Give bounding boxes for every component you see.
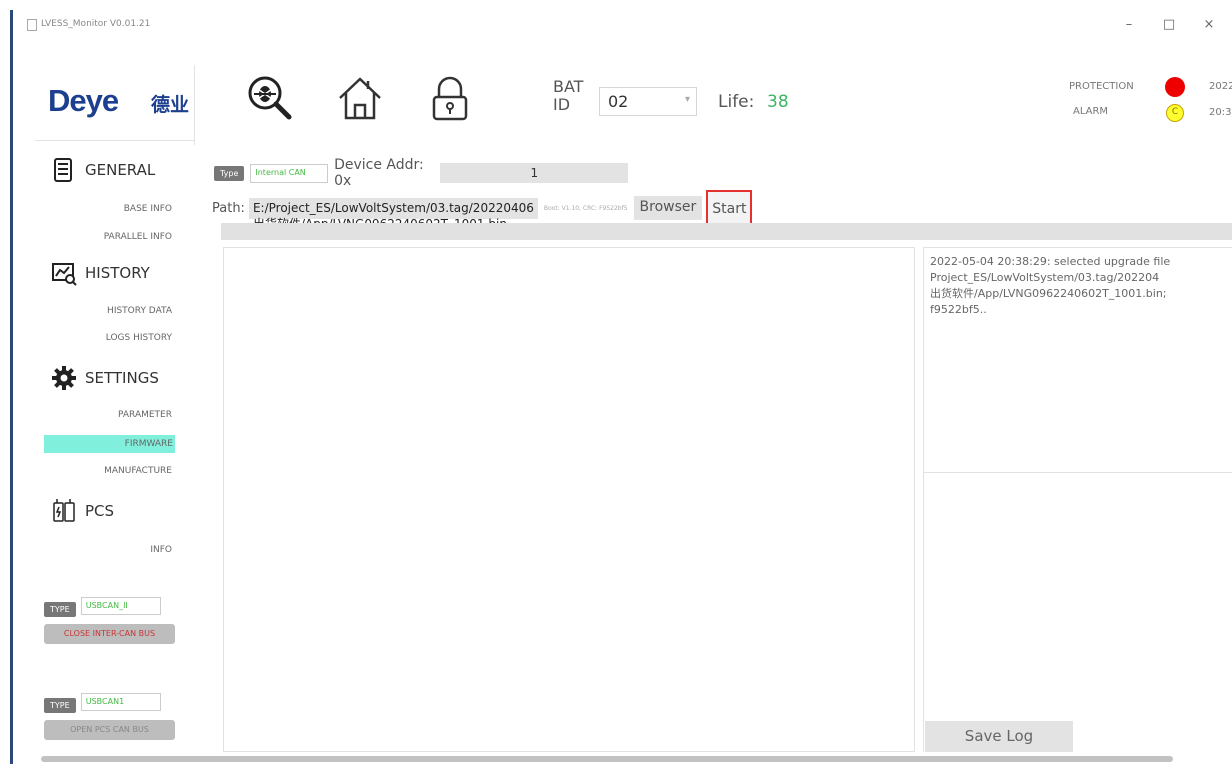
nav-firmware[interactable]: FIRMWARE <box>44 435 175 453</box>
horizontal-scrollbar[interactable] <box>41 756 1173 762</box>
device-addr-input[interactable]: 1 <box>440 163 629 183</box>
protection-indicator <box>1165 77 1185 97</box>
bug-search-icon[interactable] <box>245 73 295 123</box>
firmware-meta: Boot: V1.10, CRC: F9522bf5 <box>543 204 628 212</box>
bat-label-top: BAT <box>553 77 584 96</box>
close-button[interactable]: × <box>1199 15 1219 35</box>
window-title: LVESS_Monitor V0.01.21 <box>41 19 151 29</box>
life-label: Life: <box>718 92 755 112</box>
upgrade-progress-bar <box>221 223 1232 240</box>
log-line: 出货软件/App/LVNG0962240602T_1001.bin; <box>930 287 1167 300</box>
deye-logo: Deye <box>48 83 119 118</box>
can-type-select[interactable]: Internal CAN <box>250 163 329 183</box>
pcs-can-bus-group: TYPE USBCAN1 OPEN PCS CAN BUS <box>44 693 175 740</box>
path-label: Path: <box>212 200 245 216</box>
log-lower-area <box>923 473 1232 752</box>
nav-parallel-info[interactable]: PARALLEL INFO <box>104 232 172 242</box>
nav-general[interactable]: GENERAL <box>51 157 155 183</box>
upgrade-area <box>223 247 915 752</box>
device-row: Type Internal CAN Device Addr: 0x 1 <box>214 157 629 189</box>
device-addr-label: Device Addr: 0x <box>334 157 424 189</box>
app-icon <box>27 19 37 31</box>
nav-settings[interactable]: SETTINGS <box>51 365 159 391</box>
protection-label: PROTECTION <box>1069 81 1134 92</box>
close-inter-can-bus-button[interactable]: CLOSE INTER-CAN BUS <box>44 624 175 644</box>
path-row: Path: E:/Project_ES/LowVoltSystem/03.tag… <box>212 190 753 231</box>
life-value: 38 <box>767 92 789 112</box>
save-log-button[interactable]: Save Log <box>925 721 1073 752</box>
path-field[interactable]: E:/Project_ES/LowVoltSystem/03.tag/20220… <box>248 197 538 231</box>
nav-general-label: GENERAL <box>85 161 156 179</box>
time-text: 20:3 <box>1209 107 1232 118</box>
start-button[interactable]: Start <box>706 190 753 226</box>
sidebar-header-line <box>35 140 195 141</box>
nav-history[interactable]: HISTORY <box>51 260 150 286</box>
maximize-button[interactable]: □ <box>1159 15 1179 35</box>
bus2-device-select[interactable]: USBCAN1 <box>80 693 161 711</box>
bat-id-label: BAT ID <box>553 78 583 114</box>
log-line: 2022-05-04 20:38:29: selected upgrade fi… <box>930 255 1171 268</box>
log-panel: 2022-05-04 20:38:29: selected upgrade fi… <box>923 247 1232 473</box>
history-chart-icon <box>52 263 77 286</box>
log-line: f9522bf5.. <box>930 303 987 316</box>
nav-base-info[interactable]: BASE INFO <box>124 204 172 214</box>
nav-history-data[interactable]: HISTORY DATA <box>107 306 172 316</box>
nav-logs-history[interactable]: LOGS HISTORY <box>106 333 172 343</box>
plug-icon <box>53 499 75 522</box>
browser-button[interactable]: Browser <box>633 196 703 220</box>
document-icon <box>54 158 72 182</box>
lock-icon[interactable] <box>425 73 475 123</box>
alarm-label: ALARM <box>1073 106 1109 117</box>
bus1-select-value: USBCAN_II <box>85 601 128 610</box>
bat-id-select[interactable]: 02 ▾ <box>599 87 697 116</box>
nav-settings-label: SETTINGS <box>85 369 159 387</box>
minimize-button[interactable]: – <box>1119 15 1139 35</box>
title-bar: LVESS_Monitor V0.01.21 – □ × <box>13 10 1232 40</box>
nav-parameter[interactable]: PARAMETER <box>118 410 172 420</box>
header-divider <box>194 65 195 145</box>
home-icon[interactable] <box>335 73 385 123</box>
nav-pcs[interactable]: PCS <box>51 498 114 524</box>
nav-history-label: HISTORY <box>85 264 150 282</box>
nav-pcs-label: PCS <box>85 502 115 520</box>
open-pcs-can-bus-button[interactable]: OPEN PCS CAN BUS <box>44 720 175 740</box>
alarm-indicator: C <box>1166 104 1184 122</box>
bus2-type-tag: TYPE <box>44 698 76 713</box>
bat-id-value: 02 <box>608 92 629 111</box>
nav-pcs-info[interactable]: INFO <box>150 545 172 555</box>
inter-can-bus-group: TYPE USBCAN_II CLOSE INTER-CAN BUS <box>44 597 175 644</box>
bus1-type-tag: TYPE <box>44 602 76 617</box>
can-type-value: Internal CAN <box>255 167 306 177</box>
gear-icon <box>52 366 76 390</box>
logo-chinese: 德业 <box>151 94 190 116</box>
bus1-device-select[interactable]: USBCAN_II <box>80 597 161 615</box>
chevron-down-icon: ▾ <box>684 94 690 105</box>
log-line: Project_ES/LowVoltSystem/03.tag/202204 <box>930 271 1160 284</box>
app-window: LVESS_Monitor V0.01.21 – □ × Deye 德业 BAT… <box>10 10 1232 764</box>
bat-label-bottom: ID <box>553 95 571 114</box>
bus2-select-value: USBCAN1 <box>85 697 125 706</box>
type-tag: Type <box>214 165 245 181</box>
nav-manufacture[interactable]: MANUFACTURE <box>104 466 172 476</box>
date-text: 2022 <box>1209 81 1232 92</box>
